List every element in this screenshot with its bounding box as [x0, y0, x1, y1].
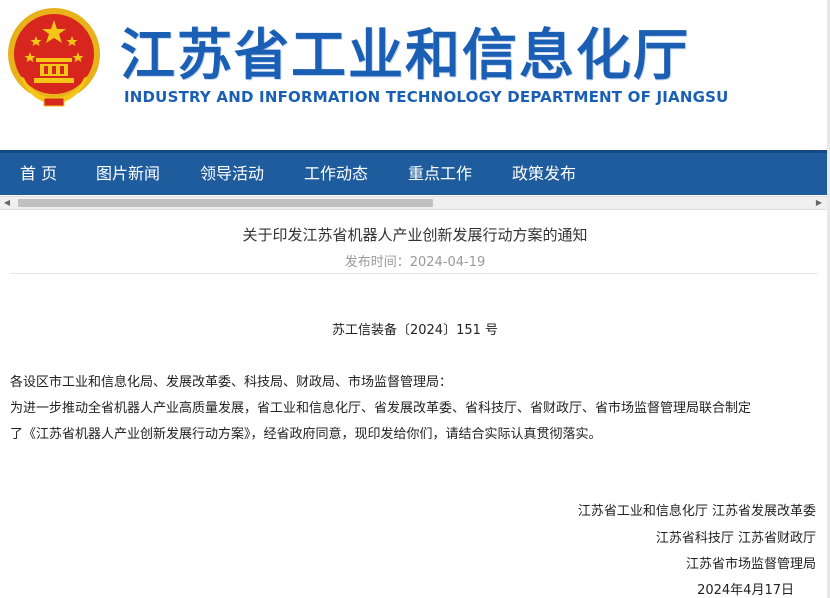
signature-line-1: 江苏省工业和信息化厅 江苏省发展改革委 [577, 504, 816, 519]
nav-item-leader-activities[interactable]: 领导活动 [200, 153, 264, 195]
title-divider [10, 273, 818, 274]
body-line-1: 为进一步推动全省机器人产业高质量发展，省工业和信息化厅、省发展改革委、省科技厅、… [10, 401, 752, 416]
site-title[interactable]: 江苏省工业和信息化厅 [120, 10, 690, 90]
signature-line-3: 江苏省市场监督管理局 [685, 557, 816, 572]
nav-item-key-work[interactable]: 重点工作 [408, 153, 472, 195]
publish-time: 发布时间：2024-04-19 [0, 251, 830, 270]
main-nav: 首 页 图片新闻 领导活动 工作动态 重点工作 政策发布 [0, 150, 830, 195]
national-emblem-icon[interactable] [6, 6, 102, 108]
scroll-left-icon[interactable]: ◀ [0, 197, 14, 209]
document-number: 苏工信装备〔2024〕151 号 [331, 323, 499, 338]
signature-date: 2024年4月17日 [697, 583, 794, 598]
site-subtitle: INDUSTRY AND INFORMATION TECHNOLOGY DEPA… [124, 88, 729, 106]
site-header: 江苏省工业和信息化厅 INDUSTRY AND INFORMATION TECH… [0, 0, 830, 150]
salutation: 各设区市工业和信息化局、发展改革委、科技局、财政局、市场监督管理局： [10, 375, 453, 390]
scroll-right-icon[interactable]: ▶ [812, 197, 826, 209]
publish-date: 2024-04-19 [409, 255, 486, 270]
horizontal-scrollbar[interactable]: ◀ ▶ [0, 196, 830, 210]
article-title: 关于印发江苏省机器人产业创新发展行动方案的通知 [242, 226, 588, 244]
body-line-2: 了《江苏省机器人产业创新发展行动方案》，经省政府同意，现印发给你们，请结合实际认… [10, 427, 602, 442]
scrollbar-thumb[interactable] [18, 199, 433, 207]
publish-label: 发布时间： [344, 255, 410, 270]
nav-item-photo-news[interactable]: 图片新闻 [96, 153, 160, 195]
nav-item-work-updates[interactable]: 工作动态 [304, 153, 368, 195]
signature-line-2: 江苏省科技厅 江苏省财政厅 [655, 531, 816, 546]
nav-item-home[interactable]: 首 页 [20, 153, 57, 195]
nav-item-policy-release[interactable]: 政策发布 [512, 153, 576, 195]
